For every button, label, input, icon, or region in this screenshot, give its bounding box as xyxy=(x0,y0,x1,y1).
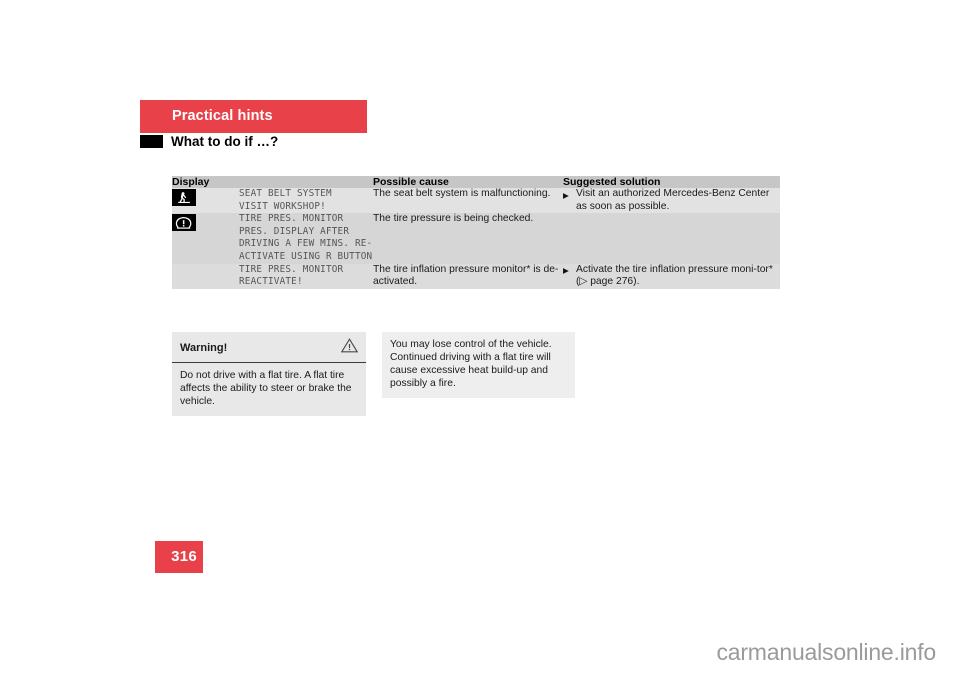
display-cell: SEAT BELT SYSTEM VISIT WORKSHOP! xyxy=(172,188,373,213)
possible-cause-cell: The tire pressure is being checked. xyxy=(373,213,534,225)
table-body: SEAT BELT SYSTEM VISIT WORKSHOP! The sea… xyxy=(172,188,780,289)
possible-cause-cell: The tire inflation pressure monitor* is … xyxy=(373,263,559,288)
solution-text: Visit an authorized Mercedes-Benz Center… xyxy=(576,188,770,212)
warning-title: Warning! xyxy=(180,342,228,354)
possible-cause-cell: The seat belt system is malfunctioning. xyxy=(373,188,551,199)
column-header-display: Display xyxy=(172,176,210,188)
table-row: TIRE PRES. MONITOR PRES. DISPLAY AFTER D… xyxy=(172,213,780,264)
fault-messages-table: Display Possible cause Suggested solutio… xyxy=(172,176,780,289)
warning-body-text: Do not drive with a flat tire. A flat ti… xyxy=(180,370,352,407)
display-cell: TIRE PRES. MONITOR REACTIVATE! xyxy=(172,264,373,289)
bullet-triangle-icon: ▶ xyxy=(563,266,569,276)
display-message-text: TIRE PRES. MONITOR PRES. DISPLAY AFTER D… xyxy=(239,213,373,262)
suggested-solution-cell xyxy=(563,213,780,263)
table-row: TIRE PRES. MONITOR REACTIVATE! The tire … xyxy=(172,263,780,289)
seat-belt-warning-icon xyxy=(172,189,196,206)
chapter-banner: Practical hints xyxy=(140,100,367,133)
site-watermark: carmanualsonline.info xyxy=(716,639,936,665)
table-row: SEAT BELT SYSTEM VISIT WORKSHOP! The sea… xyxy=(172,188,780,214)
warning-aside-text: You may lose control of the vehicle. Con… xyxy=(382,332,575,398)
solution-text: Activate the tire inflation pressure mon… xyxy=(576,263,773,288)
table-header-row: Display Possible cause Suggested solutio… xyxy=(172,176,780,188)
tire-pressure-warning-icon xyxy=(172,214,196,232)
suggested-solution-cell: ▶ Activate the tire inflation pressure m… xyxy=(563,264,780,289)
page-number: 316 xyxy=(171,548,197,565)
warning-header: Warning! xyxy=(172,332,366,363)
section-title: What to do if …? xyxy=(171,134,279,149)
display-message-text: TIRE PRES. MONITOR REACTIVATE! xyxy=(239,263,344,288)
chapter-title: Practical hints xyxy=(172,108,273,124)
bullet-triangle-icon: ▶ xyxy=(563,190,569,200)
warning-box: Warning! Do not drive with a flat tire. … xyxy=(172,332,366,416)
suggested-solution-cell: ▶ Visit an authorized Mercedes-Benz Cent… xyxy=(563,188,780,213)
column-header-suggested-solution: Suggested solution xyxy=(563,176,661,188)
display-message-text: SEAT BELT SYSTEM VISIT WORKSHOP! xyxy=(239,188,332,212)
warning-triangle-icon xyxy=(340,338,359,358)
table-header: Display Possible cause Suggested solutio… xyxy=(172,176,780,188)
section-marker-square xyxy=(140,135,163,148)
display-cell: TIRE PRES. MONITOR PRES. DISPLAY AFTER D… xyxy=(172,213,373,263)
column-header-possible-cause: Possible cause xyxy=(373,176,449,188)
page-number-box: 316 xyxy=(155,541,203,573)
